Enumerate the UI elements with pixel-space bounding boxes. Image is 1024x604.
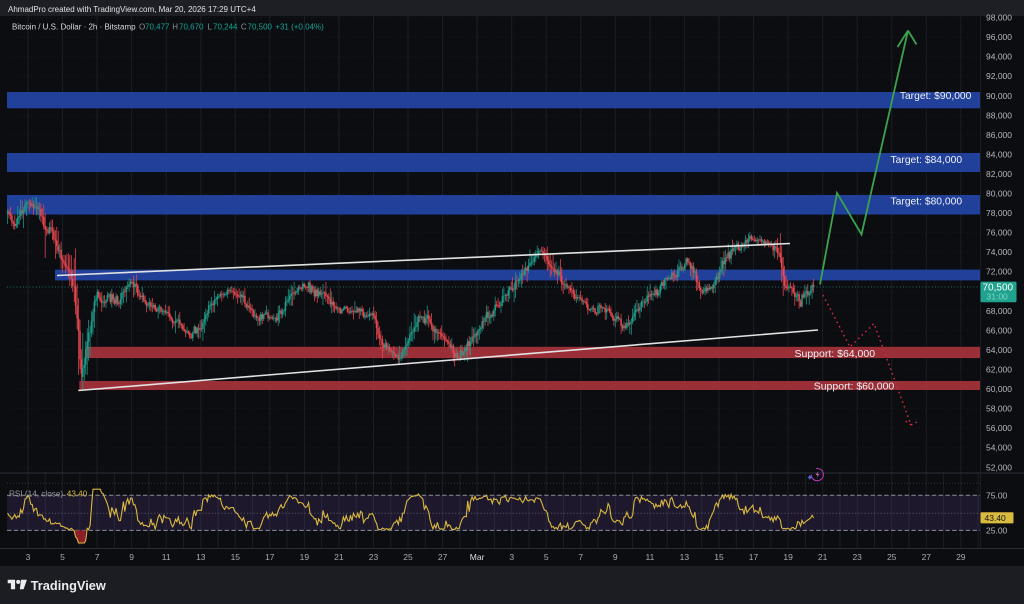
svg-text:Target: $80,000: Target: $80,000	[891, 197, 963, 208]
svg-text:68,000: 68,000	[986, 306, 1012, 316]
svg-text:Mar: Mar	[470, 552, 485, 562]
svg-text:90,000: 90,000	[986, 91, 1012, 101]
svg-text:17: 17	[749, 552, 759, 562]
svg-text:76,000: 76,000	[986, 228, 1012, 238]
svg-text:3: 3	[26, 552, 31, 562]
svg-text:25: 25	[887, 552, 897, 562]
svg-text:3: 3	[509, 552, 514, 562]
svg-text:98,000: 98,000	[986, 13, 1012, 23]
svg-text:5: 5	[544, 552, 549, 562]
svg-text:84,000: 84,000	[986, 149, 1012, 159]
svg-text:15: 15	[714, 552, 724, 562]
svg-text:TradingView: TradingView	[31, 578, 106, 593]
svg-text:82,000: 82,000	[986, 169, 1012, 179]
svg-text:C: C	[241, 23, 247, 32]
svg-text:70,477: 70,477	[145, 23, 170, 32]
svg-text:43.40: 43.40	[67, 489, 88, 498]
svg-text:25: 25	[403, 552, 413, 562]
svg-text:27: 27	[438, 552, 448, 562]
svg-text:70,670: 70,670	[179, 23, 204, 32]
svg-text:13: 13	[680, 552, 690, 562]
svg-text:70,244: 70,244	[213, 23, 238, 32]
svg-text:27: 27	[922, 552, 932, 562]
svg-text:19: 19	[783, 552, 793, 562]
svg-text:9: 9	[613, 552, 618, 562]
svg-text:31:00: 31:00	[987, 292, 1009, 302]
svg-text:75.00: 75.00	[986, 490, 1008, 500]
svg-text:88,000: 88,000	[986, 110, 1012, 120]
svg-text:54,000: 54,000	[986, 443, 1012, 453]
svg-text:5: 5	[60, 552, 65, 562]
svg-text:23: 23	[369, 552, 379, 562]
svg-text:Support: $60,000: Support: $60,000	[814, 381, 895, 393]
svg-text:AhmadPro created with TradingV: AhmadPro created with TradingView.com, M…	[8, 5, 256, 14]
svg-text:L: L	[208, 23, 213, 32]
svg-text:52,000: 52,000	[986, 462, 1012, 472]
svg-text:29: 29	[956, 552, 966, 562]
svg-text:94,000: 94,000	[986, 52, 1012, 62]
svg-text:13: 13	[196, 552, 206, 562]
svg-text:64,000: 64,000	[986, 345, 1012, 355]
svg-text:H: H	[172, 23, 178, 32]
svg-text:RSI (14, close): RSI (14, close)	[9, 489, 63, 498]
svg-text:43.40: 43.40	[985, 513, 1007, 523]
svg-text:17: 17	[265, 552, 275, 562]
svg-text:56,000: 56,000	[986, 423, 1012, 433]
svg-text:86,000: 86,000	[986, 130, 1012, 140]
svg-text:96,000: 96,000	[986, 32, 1012, 42]
svg-text:25.00: 25.00	[986, 526, 1008, 536]
svg-text:21: 21	[334, 552, 344, 562]
svg-text:66,000: 66,000	[986, 325, 1012, 335]
svg-text:Target: $90,000: Target: $90,000	[900, 91, 972, 102]
svg-text:21: 21	[818, 552, 828, 562]
svg-text:Bitcoin / U.S. Dollar · 2h · B: Bitcoin / U.S. Dollar · 2h · Bitstamp	[12, 23, 136, 32]
svg-text:60,000: 60,000	[986, 384, 1012, 394]
svg-text:Target: $84,000: Target: $84,000	[891, 155, 963, 166]
svg-text:58,000: 58,000	[986, 404, 1012, 414]
svg-text:7: 7	[95, 552, 100, 562]
svg-text:62,000: 62,000	[986, 365, 1012, 375]
svg-text:92,000: 92,000	[986, 71, 1012, 81]
svg-text:11: 11	[645, 552, 654, 562]
svg-text:+31 (+0.04%): +31 (+0.04%)	[275, 23, 324, 32]
svg-text:74,000: 74,000	[986, 247, 1012, 257]
svg-text:23: 23	[852, 552, 862, 562]
svg-text:19: 19	[300, 552, 310, 562]
svg-text:9: 9	[129, 552, 134, 562]
svg-text:72,000: 72,000	[986, 267, 1012, 277]
svg-text:11: 11	[162, 552, 171, 562]
svg-text:80,000: 80,000	[986, 189, 1012, 199]
svg-text:15: 15	[231, 552, 241, 562]
svg-text:7: 7	[578, 552, 583, 562]
svg-text:Support: $64,000: Support: $64,000	[795, 348, 876, 360]
svg-text:78,000: 78,000	[986, 208, 1012, 218]
svg-text:70,500: 70,500	[248, 23, 273, 32]
